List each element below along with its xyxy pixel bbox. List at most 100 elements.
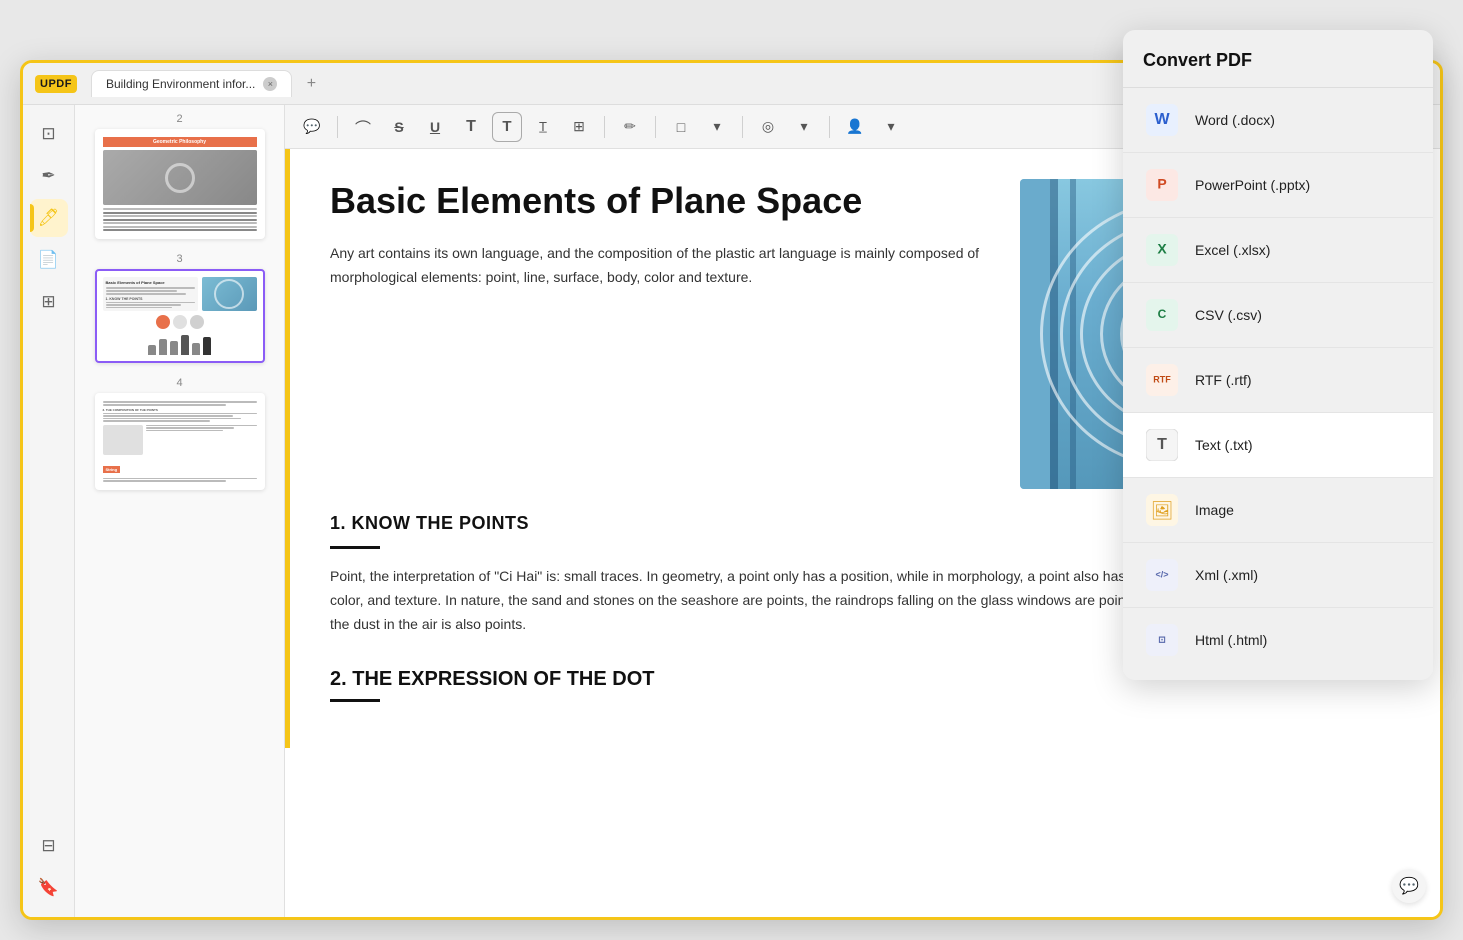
highlight-side-icon: 🖊	[38, 208, 60, 228]
document-intro: Any art contains its own language, and t…	[330, 242, 996, 290]
csv-icon: C	[1143, 296, 1181, 334]
word-convert-option[interactable]: W Word (.docx)	[1123, 88, 1433, 153]
pages-icon: ⊡	[41, 124, 55, 144]
thumbnail-page-3[interactable]: Basic Elements of Plane Space 1. KNOW TH…	[95, 269, 265, 363]
image-convert-option[interactable]: 🖼 Image	[1123, 478, 1433, 543]
left-sidebar: ⊡ ✒ 🖊 📄 ⊞ ⊟ 🔖	[23, 105, 75, 917]
convert-pdf-panel: Convert PDF W Word (.docx) P PowerPoint …	[1123, 30, 1433, 680]
sidebar-icon-annotate[interactable]: 📄	[30, 241, 68, 279]
thumb-content-4: 3. THE COMPOSITION OF THE POINTS	[97, 395, 263, 488]
edit-icon: ✒	[41, 166, 55, 186]
pen-tool-button[interactable]: ✏	[615, 112, 645, 142]
thumb-content-3: Basic Elements of Plane Space 1. KNOW TH…	[97, 271, 263, 361]
sidebar-icon-highlight[interactable]: 🖊	[30, 199, 68, 237]
text-icon: T	[1143, 426, 1181, 464]
svg-text:T: T	[1157, 436, 1167, 453]
rtf-option-label: RTF (.rtf)	[1195, 372, 1252, 388]
sidebar-icon-bookmark[interactable]: 🔖	[30, 869, 68, 907]
powerpoint-icon: P	[1143, 166, 1181, 204]
thumb-content-2: Geometric Philosophy	[97, 131, 263, 237]
text-box-tool-button[interactable]: T	[492, 112, 522, 142]
svg-text:</>: </>	[1155, 569, 1168, 579]
arc-tool-button[interactable]: ⌒	[348, 112, 378, 142]
xml-option-label: Xml (.xml)	[1195, 567, 1258, 583]
thumbnail-page-2[interactable]: Geometric Philosophy	[95, 129, 265, 239]
svg-text:X: X	[1157, 241, 1167, 257]
xml-convert-option[interactable]: </> Xml (.xml)	[1123, 543, 1433, 608]
sidebar-icon-edit[interactable]: ✒	[30, 157, 68, 195]
app-logo: UPDF	[35, 75, 77, 93]
sidebar-icon-pages[interactable]: ⊡	[30, 115, 68, 153]
csv-convert-option[interactable]: C CSV (.csv)	[1123, 283, 1433, 348]
thumb-group-3: 3 Basic Elements of Plane Space 1. KNOW …	[83, 253, 276, 363]
excel-convert-option[interactable]: X Excel (.xlsx)	[1123, 218, 1433, 283]
svg-text:⊡: ⊡	[1158, 634, 1166, 644]
toolbar-divider-4	[742, 116, 743, 138]
svg-text:W: W	[1154, 111, 1170, 128]
document-title: Basic Elements of Plane Space	[330, 179, 996, 222]
thumb-group-4: 4 3. THE COMPOSITION OF THE POINTS	[83, 377, 276, 490]
powerpoint-option-label: PowerPoint (.pptx)	[1195, 177, 1310, 193]
section-underline-1	[330, 546, 380, 549]
toolbar-divider-5	[829, 116, 830, 138]
thumbnail-panel: 2 Geometric Philosophy	[75, 105, 285, 917]
layers-icon: ⊟	[41, 836, 55, 856]
thumb-string-badge: String	[103, 466, 121, 473]
document-tab[interactable]: Building Environment infor... ×	[91, 70, 292, 97]
svg-text:P: P	[1157, 176, 1166, 192]
tab-close-button[interactable]: ×	[263, 77, 277, 91]
image-icon: 🖼	[1143, 491, 1181, 529]
thumb-circles-3	[103, 315, 257, 329]
rtf-convert-option[interactable]: RTF RTF (.rtf)	[1123, 348, 1433, 413]
rtf-icon: RTF	[1143, 361, 1181, 399]
thumb-page-num-4: 4	[176, 377, 182, 389]
stamp-tool-button[interactable]: ◎	[753, 112, 783, 142]
text-outline-tool-button[interactable]: T̲	[528, 112, 558, 142]
word-option-label: Word (.docx)	[1195, 112, 1275, 128]
text-convert-option[interactable]: T Text (.txt)	[1123, 413, 1433, 478]
svg-text:🖼: 🖼	[1151, 500, 1174, 520]
excel-icon: X	[1143, 231, 1181, 269]
shape-tool-button[interactable]: □	[666, 112, 696, 142]
sidebar-icon-crop[interactable]: ⊞	[30, 283, 68, 321]
thumb-text-lines-2	[103, 208, 257, 231]
toolbar-divider-3	[655, 116, 656, 138]
thumbnail-page-4[interactable]: 3. THE COMPOSITION OF THE POINTS	[95, 393, 265, 490]
html-option-label: Html (.html)	[1195, 632, 1267, 648]
powerpoint-convert-option[interactable]: P PowerPoint (.pptx)	[1123, 153, 1433, 218]
comment-floating-button[interactable]: 💬	[1392, 869, 1426, 903]
new-tab-button[interactable]: +	[300, 73, 322, 95]
sidebar-icon-layers[interactable]: ⊟	[30, 827, 68, 865]
excel-option-label: Excel (.xlsx)	[1195, 242, 1270, 258]
word-icon: W	[1143, 101, 1181, 139]
bookmark-icon: 🔖	[38, 878, 59, 898]
thumb-group-2: 2 Geometric Philosophy	[83, 113, 276, 239]
tab-title: Building Environment infor...	[106, 77, 255, 91]
toolbar-divider-1	[337, 116, 338, 138]
text-option-label: Text (.txt)	[1195, 437, 1253, 453]
table-tool-button[interactable]: ⊞	[564, 112, 594, 142]
stamp-dropdown-button[interactable]: ▾	[789, 112, 819, 142]
thumb-header-2: Geometric Philosophy	[103, 137, 257, 147]
convert-panel-title: Convert PDF	[1123, 50, 1433, 88]
svg-text:RTF: RTF	[1153, 374, 1171, 384]
strikethrough-tool-button[interactable]: S	[384, 112, 414, 142]
thumb-page-num-3: 3	[176, 253, 182, 265]
svg-text:C: C	[1158, 307, 1167, 321]
user-tool-button[interactable]: 👤	[840, 112, 870, 142]
html-convert-option[interactable]: ⊡ Html (.html)	[1123, 608, 1433, 672]
toolbar-divider-2	[604, 116, 605, 138]
sidebar-bottom: ⊟ 🔖	[30, 827, 68, 907]
text-column: Basic Elements of Plane Space Any art co…	[330, 179, 996, 489]
thumb-bars-3	[103, 333, 257, 355]
text-tool-button[interactable]: T	[456, 112, 486, 142]
annotate-icon: 📄	[38, 250, 59, 270]
shape-dropdown-button[interactable]: ▾	[702, 112, 732, 142]
comment-tool-button[interactable]: 💬	[297, 112, 327, 142]
underline-tool-button[interactable]: U	[420, 112, 450, 142]
active-indicator	[30, 204, 34, 232]
user-dropdown-button[interactable]: ▾	[876, 112, 906, 142]
html-icon: ⊡	[1143, 621, 1181, 659]
section-underline-2	[330, 699, 380, 702]
xml-icon: </>	[1143, 556, 1181, 594]
